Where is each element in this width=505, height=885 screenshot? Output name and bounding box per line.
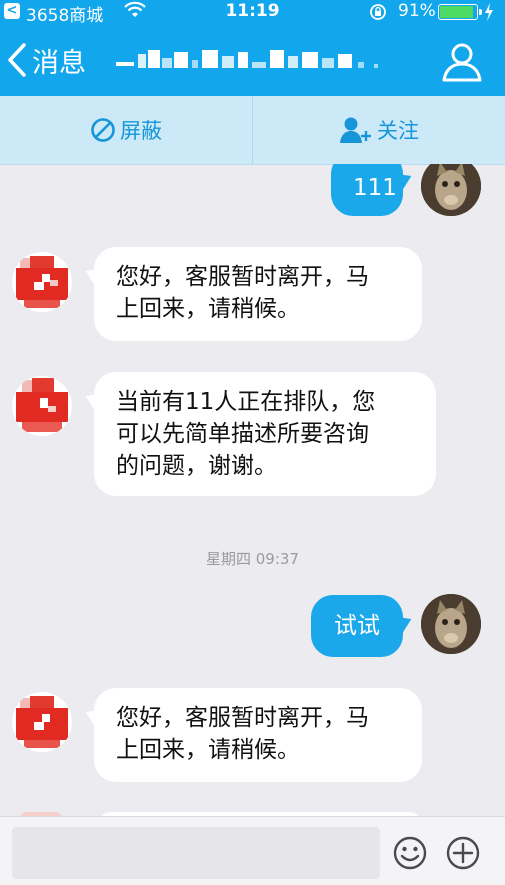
block-icon [91,118,115,142]
message-text: 试试 [334,613,380,639]
nav-bar: 消息 [0,24,505,96]
message-bubble-received[interactable]: 您好，客服暂时离开，马 上回来，请稍候。 [94,247,422,341]
agent-avatar[interactable] [12,692,72,752]
battery-fill [440,6,473,18]
follow-button[interactable]: 关注 [253,96,505,164]
my-avatar[interactable] [421,164,481,216]
plus-icon[interactable] [445,835,481,871]
message-input[interactable] [12,827,380,879]
agent-logo-icon [16,696,68,748]
chat-title-pixelated [112,46,384,78]
back-button[interactable]: 消息 [6,40,86,80]
battery-percent: 91% [398,1,436,21]
agent-avatar[interactable] [12,376,72,436]
cat-avatar-image [421,164,481,216]
input-bar [0,816,505,885]
add-user-icon [340,117,371,143]
emoji-icon[interactable] [392,835,428,871]
battery-icon [438,4,478,20]
message-timestamp: 星期四 09:37 [206,550,299,568]
message-line: 的问题，谢谢。 [116,453,277,479]
message-line: 上回来，请稍候。 [116,737,300,763]
status-bar: < 3658商城 11:19 91% [0,0,505,26]
chevron-left-icon [8,43,26,77]
cat-avatar-image [421,594,481,654]
agent-logo-icon [16,256,68,308]
battery-tip [479,9,482,15]
message-bubble-received[interactable]: 当前有11人正在排队，您 可以先简单描述所要咨询 的问题，谢谢。 [94,372,436,496]
message-text: 111 [353,175,397,201]
message-line: 上回来，请稍候。 [116,296,300,322]
agent-avatar[interactable] [12,252,72,312]
user-icon[interactable] [440,40,484,84]
message-bubble-sent[interactable]: 111 [331,164,403,216]
my-avatar[interactable] [421,594,481,654]
message-bubble-sent[interactable]: 试试 [311,595,403,657]
charging-icon [485,3,493,21]
message-line: 您好，客服暂时离开，马 [116,264,369,290]
message-line: 当前有11人正在排队，您 [116,389,376,415]
block-button[interactable]: 屏蔽 [0,96,252,164]
rotation-lock-icon [370,4,386,20]
action-bar: 屏蔽 关注 [0,96,505,165]
agent-logo-icon [16,378,68,432]
message-bubble-received[interactable]: 您好，客服暂时离开，马 上回来，请稍候。 [94,688,422,782]
follow-label: 关注 [377,119,419,143]
chat-history[interactable]: 111 您好，客服暂时离开，马 上回来，请稍候。 当前有11人正在排队，您 可以… [0,164,505,816]
message-line: 可以先简单描述所要咨询 [116,421,369,447]
message-line: 您好，客服暂时离开，马 [116,705,369,731]
back-label: 消息 [32,47,86,79]
block-label: 屏蔽 [120,119,162,143]
